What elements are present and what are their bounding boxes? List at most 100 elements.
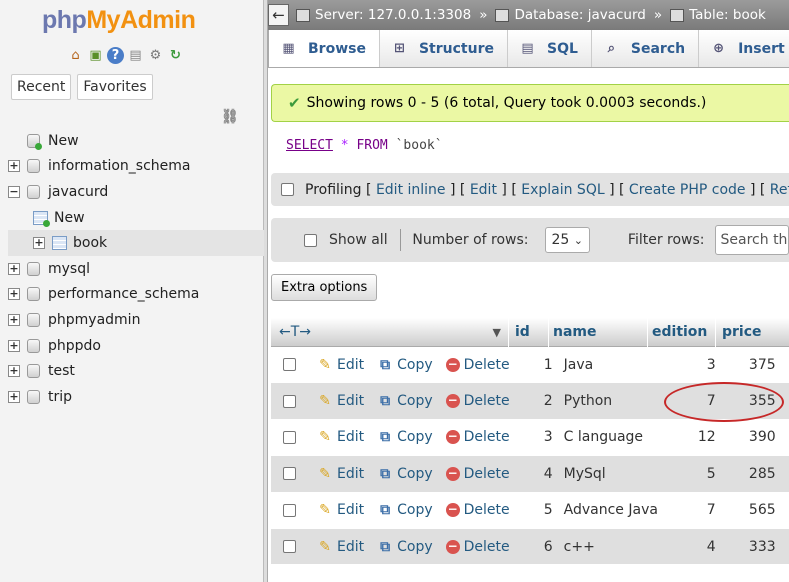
- expand-icon[interactable]: +: [8, 390, 20, 403]
- cell-edition[interactable]: 7: [660, 502, 723, 518]
- tab-insert[interactable]: ⊕ Insert: [699, 30, 789, 67]
- cell-name[interactable]: MySql: [560, 466, 660, 482]
- tree-item-trip[interactable]: + trip: [8, 384, 264, 410]
- filter-rows-input[interactable]: Search this t: [714, 225, 789, 255]
- phpmyadmin-logo[interactable]: phpMyAdmin: [42, 6, 196, 35]
- row-checkbox[interactable]: [282, 394, 296, 408]
- tab-search[interactable]: ⌕ Search: [591, 30, 700, 67]
- edit-action[interactable]: ✎ Edit: [317, 539, 364, 555]
- row-checkbox[interactable]: [282, 467, 296, 481]
- copy-action[interactable]: ⧉ Copy: [377, 502, 433, 518]
- tree-item-test[interactable]: + test: [8, 358, 264, 384]
- expand-icon[interactable]: +: [33, 237, 45, 250]
- breadcrumb-server[interactable]: Server: 127.0.0.1:3308: [315, 7, 471, 23]
- tree-item-phpmyadmin[interactable]: + phpmyadmin: [8, 307, 264, 333]
- cell-edition[interactable]: 4: [660, 539, 723, 555]
- row-checkbox[interactable]: [282, 358, 296, 372]
- cell-price[interactable]: 565: [723, 502, 783, 518]
- tab-browse[interactable]: ▦ Browse: [268, 30, 380, 67]
- reload-icon[interactable]: ↻: [167, 47, 184, 64]
- edit-inline-link[interactable]: Edit inline: [376, 182, 446, 198]
- cell-price[interactable]: 285: [723, 466, 783, 482]
- edit-action[interactable]: ✎ Edit: [317, 393, 364, 409]
- tree-item-javacurd[interactable]: − javacurd: [8, 179, 264, 205]
- home-icon[interactable]: ⌂: [67, 47, 84, 64]
- breadcrumb-table[interactable]: Table: book: [689, 7, 766, 23]
- edit-action[interactable]: ✎ Edit: [317, 502, 364, 518]
- docs-icon[interactable]: ▤: [127, 47, 144, 64]
- profiling-checkbox[interactable]: [281, 183, 294, 196]
- cell-price[interactable]: 390: [723, 429, 783, 445]
- column-header-name[interactable]: name: [548, 317, 647, 347]
- expand-icon[interactable]: +: [8, 160, 20, 173]
- delete-action[interactable]: − Delete: [445, 539, 510, 555]
- column-header-price[interactable]: price: [715, 317, 771, 347]
- recent-tab[interactable]: Recent: [11, 74, 72, 100]
- exit-icon[interactable]: ▣: [87, 47, 104, 64]
- cell-price[interactable]: 333: [723, 539, 783, 555]
- column-resize-arrows-icon[interactable]: ←T→: [279, 324, 311, 340]
- column-header-edition[interactable]: edition: [647, 317, 715, 347]
- copy-action[interactable]: ⧉ Copy: [377, 466, 433, 482]
- collapse-icon[interactable]: −: [8, 185, 20, 198]
- expand-icon[interactable]: +: [8, 365, 20, 378]
- nav-resize-handle[interactable]: [264, 0, 268, 582]
- settings-icon[interactable]: ⚙: [147, 47, 164, 64]
- sql-keyword-select[interactable]: SELECT: [286, 138, 333, 153]
- row-checkbox[interactable]: [282, 503, 296, 517]
- rows-select[interactable]: 25 ⌄: [544, 227, 590, 253]
- breadcrumb-database[interactable]: Database: javacurd: [514, 7, 645, 23]
- tree-item-javacurd-new[interactable]: New: [8, 205, 264, 231]
- delete-action[interactable]: − Delete: [445, 502, 510, 518]
- delete-action[interactable]: − Delete: [445, 393, 510, 409]
- cell-name[interactable]: Advance Java: [560, 502, 660, 518]
- cell-name[interactable]: Java: [560, 357, 660, 373]
- explain-sql-link[interactable]: Explain SQL: [521, 182, 604, 198]
- expand-icon[interactable]: +: [8, 339, 20, 352]
- cell-edition[interactable]: 12: [660, 429, 723, 445]
- cell-name[interactable]: C language: [560, 429, 660, 445]
- edit-action[interactable]: ✎ Edit: [317, 466, 364, 482]
- create-php-code-link[interactable]: Create PHP code: [629, 182, 746, 198]
- delete-action[interactable]: − Delete: [445, 466, 510, 482]
- copy-action[interactable]: ⧉ Copy: [377, 357, 433, 373]
- extra-options-button[interactable]: Extra options: [271, 274, 378, 301]
- cell-id[interactable]: 3: [520, 429, 560, 445]
- edit-action[interactable]: ✎ Edit: [317, 429, 364, 445]
- cell-edition[interactable]: 3: [660, 357, 723, 373]
- tree-item-performance-schema[interactable]: + performance_schema: [8, 282, 264, 308]
- copy-action[interactable]: ⧉ Copy: [377, 539, 433, 555]
- tree-item-new[interactable]: New: [8, 128, 264, 154]
- row-checkbox[interactable]: [282, 540, 296, 554]
- delete-action[interactable]: − Delete: [445, 429, 510, 445]
- cell-id[interactable]: 5: [520, 502, 560, 518]
- link-icon[interactable]: ⛓: [221, 109, 239, 125]
- tree-item-phppdo[interactable]: + phppdo: [8, 333, 264, 359]
- favorites-tab[interactable]: Favorites: [77, 74, 153, 100]
- expand-icon[interactable]: +: [8, 262, 20, 275]
- expand-icon[interactable]: +: [8, 288, 20, 301]
- cell-id[interactable]: 2: [520, 393, 560, 409]
- help-icon[interactable]: ?: [107, 47, 124, 64]
- cell-id[interactable]: 4: [520, 466, 560, 482]
- cell-price[interactable]: 375: [723, 357, 783, 373]
- cell-name[interactable]: Python: [560, 393, 660, 409]
- edit-action[interactable]: ✎ Edit: [317, 357, 364, 373]
- edit-link[interactable]: Edit: [470, 182, 497, 198]
- tree-item-book[interactable]: + book: [8, 230, 264, 256]
- cell-edition[interactable]: 5: [660, 466, 723, 482]
- tree-item-mysql[interactable]: + mysql: [8, 256, 264, 282]
- column-header-id[interactable]: id: [508, 317, 548, 347]
- expand-icon[interactable]: +: [8, 313, 20, 326]
- tab-structure[interactable]: ⊞ Structure: [379, 30, 508, 67]
- show-all-checkbox[interactable]: [304, 233, 317, 247]
- cell-id[interactable]: 6: [520, 539, 560, 555]
- collapse-nav-button[interactable]: ←: [268, 4, 289, 26]
- tree-item-information-schema[interactable]: + information_schema: [8, 154, 264, 180]
- sort-dropdown-icon[interactable]: ▼: [493, 326, 501, 339]
- cell-id[interactable]: 1: [520, 357, 560, 373]
- cell-name[interactable]: c++: [560, 539, 660, 555]
- refresh-link[interactable]: Refresh: [770, 182, 789, 198]
- copy-action[interactable]: ⧉ Copy: [377, 393, 433, 409]
- row-checkbox[interactable]: [282, 430, 296, 444]
